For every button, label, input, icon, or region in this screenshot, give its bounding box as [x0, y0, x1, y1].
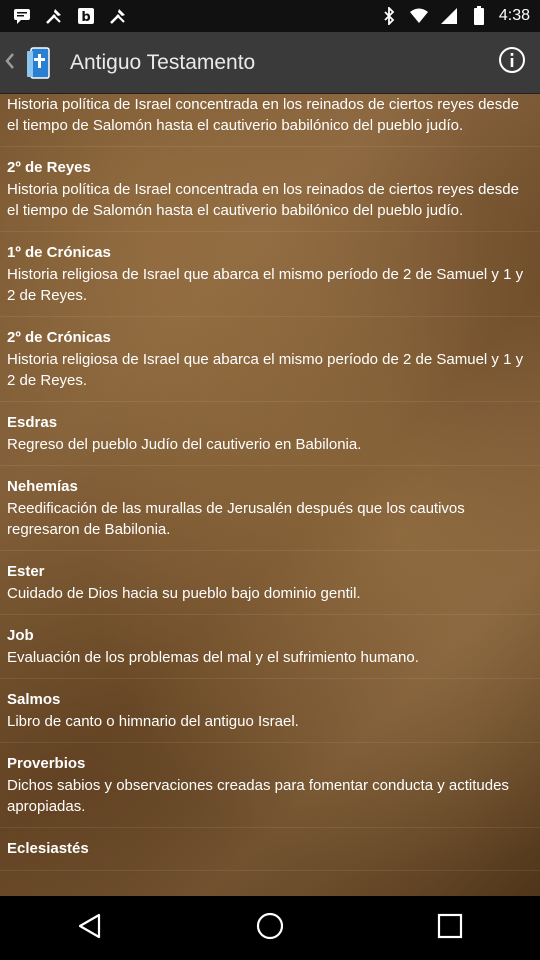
- book-title: Nehemías: [7, 478, 78, 495]
- book-title: Salmos: [7, 691, 61, 708]
- book-description: Libro de canto o himnario del antiguo Is…: [7, 713, 299, 730]
- book-description: Dichos sabios y observaciones creadas pa…: [7, 777, 509, 815]
- bold-b-icon: b: [76, 6, 96, 26]
- status-bar: b 4:38: [0, 0, 540, 32]
- nav-recents-icon: [436, 912, 464, 945]
- book-description: Historia religiosa de Israel que abarca …: [7, 266, 524, 304]
- signal-icon: [439, 6, 459, 26]
- book-description: Historia religiosa de Israel que abarca …: [7, 351, 524, 389]
- book-description: Evaluación de los problemas del mal y el…: [7, 649, 419, 666]
- book-description: Historia política de Israel concentrada …: [7, 181, 519, 219]
- list-item[interactable]: Job Evaluación de los problemas del mal …: [0, 615, 540, 679]
- book-description: Historia política de Israel concentrada …: [7, 96, 519, 134]
- nav-home-button[interactable]: [240, 898, 300, 958]
- nav-recents-button[interactable]: [420, 898, 480, 958]
- status-time: 4:38: [498, 7, 530, 24]
- list-item[interactable]: Salmos Libro de canto o himnario del ant…: [0, 679, 540, 743]
- book-description: Reedificación de las murallas de Jerusal…: [7, 500, 465, 538]
- book-title: Eclesiastés: [7, 840, 89, 857]
- list-item[interactable]: 2º de Reyes Historia política de Israel …: [0, 147, 540, 232]
- chevron-left-icon: [4, 50, 18, 76]
- list-item[interactable]: Nehemías Reedificación de las murallas d…: [0, 466, 540, 551]
- book-title: Ester: [7, 563, 45, 580]
- svg-text:b: b: [81, 10, 90, 25]
- app-bar: Antiguo Testamento: [0, 32, 540, 94]
- nav-back-icon: [75, 911, 105, 946]
- book-description: Cuidado de Dios hacia su pueblo bajo dom…: [7, 585, 361, 602]
- list-item[interactable]: 1º de Crónicas Historia religiosa de Isr…: [0, 232, 540, 317]
- list-item[interactable]: Ester Cuidado de Dios hacia su pueblo ba…: [0, 551, 540, 615]
- system-icons: 4:38: [379, 6, 530, 26]
- tools-icon: [44, 6, 64, 26]
- notification-icons: b: [12, 6, 128, 26]
- bible-book-icon: [24, 45, 54, 81]
- nav-back-button[interactable]: [60, 898, 120, 958]
- book-list[interactable]: Historia política de Israel concentrada …: [0, 94, 540, 896]
- book-title: Job: [7, 627, 34, 644]
- list-item[interactable]: Proverbios Dichos sabios y observaciones…: [0, 743, 540, 828]
- book-title: Esdras: [7, 414, 58, 431]
- battery-icon: [469, 6, 489, 26]
- info-button[interactable]: [484, 32, 540, 94]
- list-item[interactable]: 2º de Crónicas Historia religiosa de Isr…: [0, 317, 540, 402]
- book-title: 1º de Crónicas: [7, 244, 111, 261]
- book-description: Regreso del pueblo Judío del cautiverio …: [7, 436, 362, 453]
- nav-home-icon: [254, 910, 286, 947]
- up-navigation[interactable]: [0, 32, 54, 93]
- page-title: Antiguo Testamento: [70, 50, 256, 74]
- message-icon: [12, 6, 32, 26]
- list-item[interactable]: Historia política de Israel concentrada …: [0, 94, 540, 147]
- book-title: 2º de Reyes: [7, 159, 91, 176]
- wifi-icon: [409, 6, 429, 26]
- book-description: [7, 860, 532, 870]
- book-title: Proverbios: [7, 755, 86, 772]
- list-item[interactable]: Esdras Regreso del pueblo Judío del caut…: [0, 402, 540, 466]
- bluetooth-icon: [379, 6, 399, 26]
- book-title: 2º de Crónicas: [7, 329, 111, 346]
- info-icon: [498, 46, 526, 79]
- tools-icon: [108, 6, 128, 26]
- system-navigation-bar: [0, 896, 540, 960]
- list-item[interactable]: Eclesiastés: [0, 828, 540, 871]
